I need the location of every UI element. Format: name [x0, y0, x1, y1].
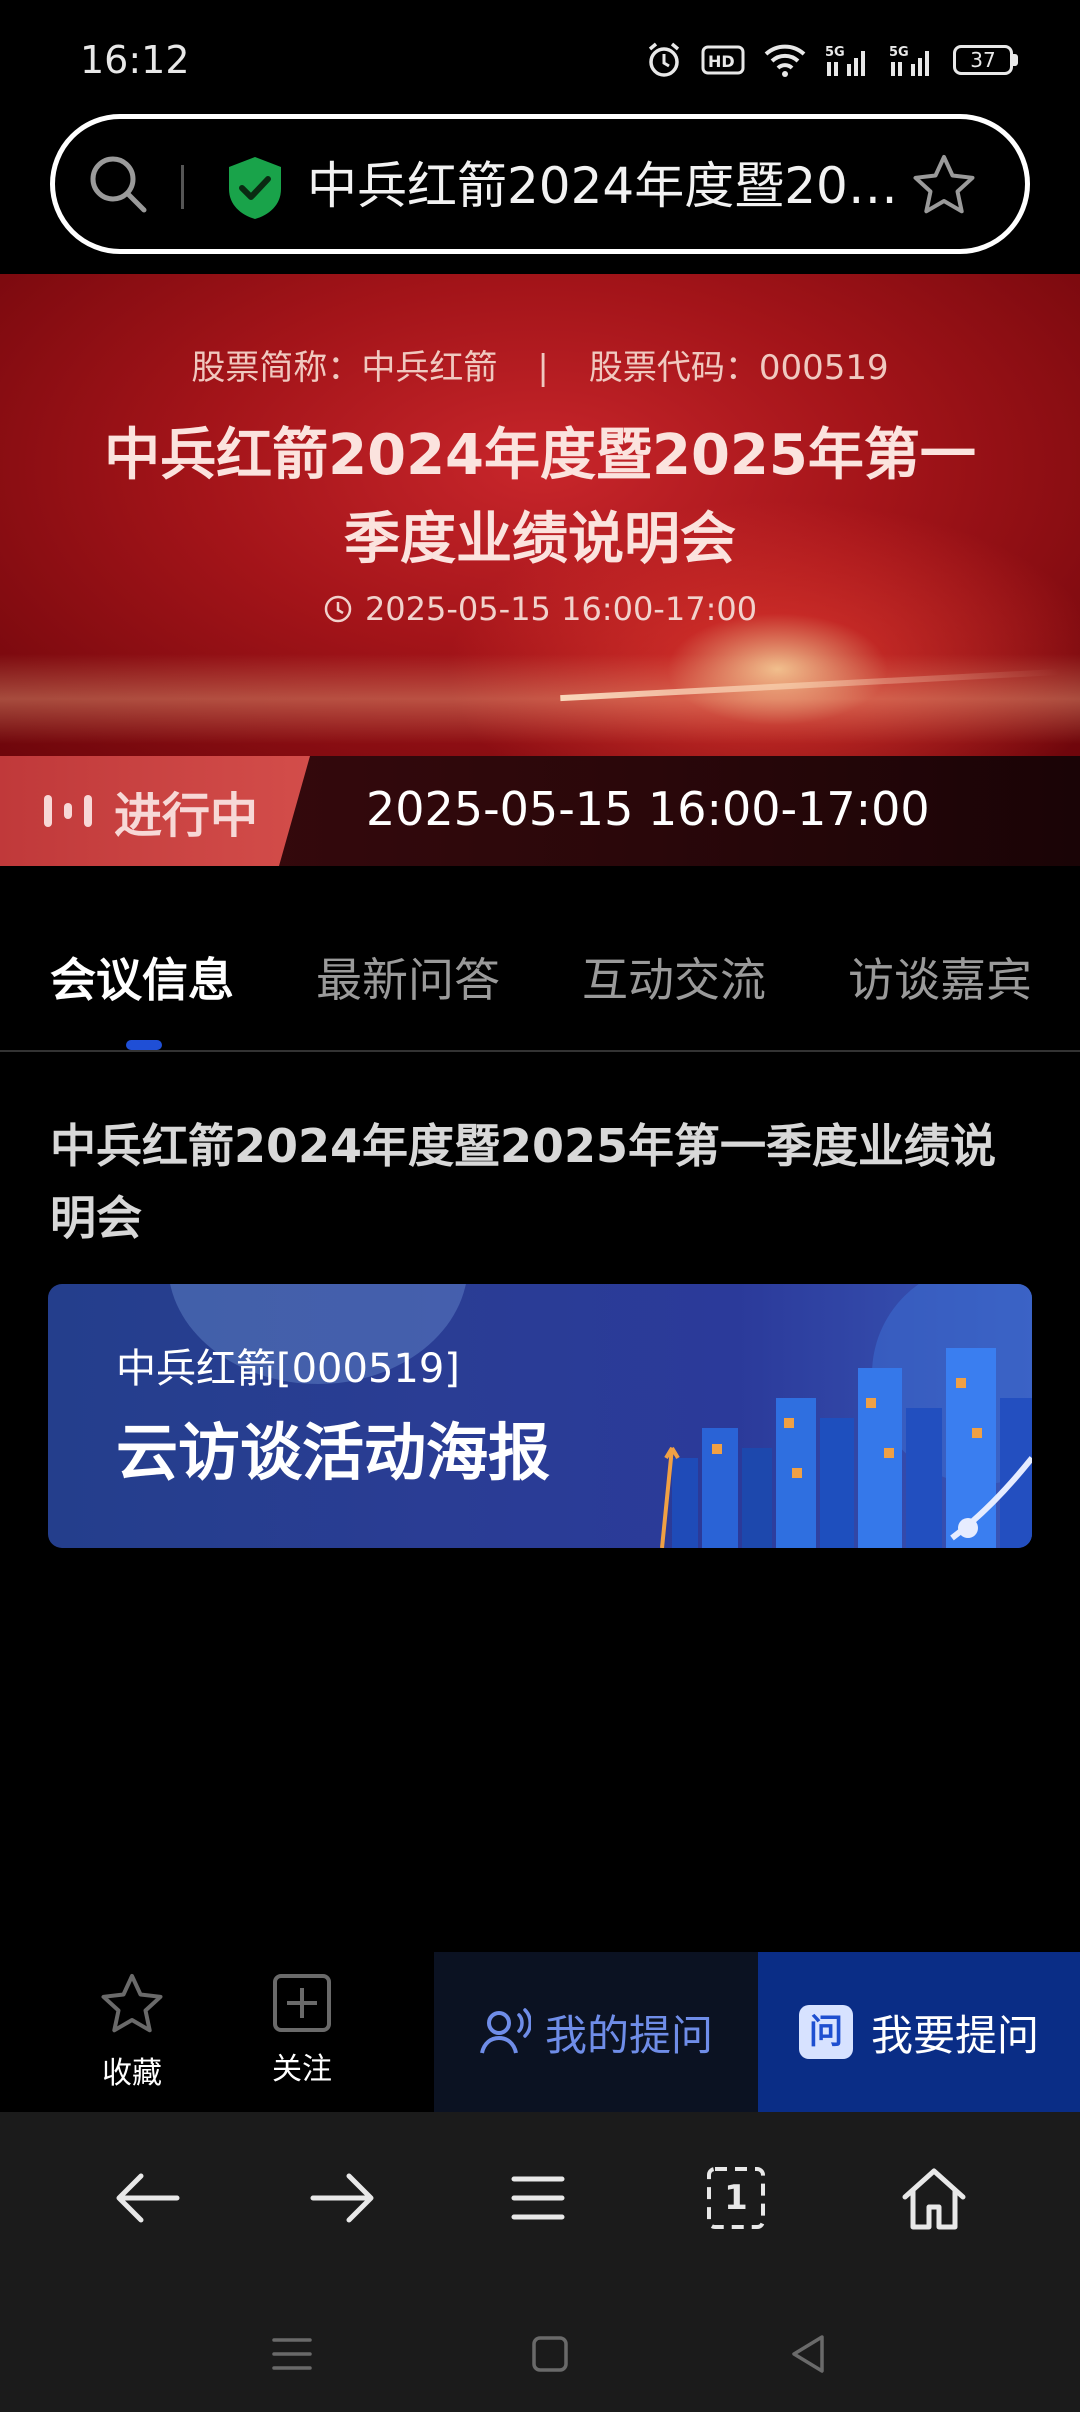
- follow-button[interactable]: 关注: [242, 1972, 362, 2088]
- menu-icon: [272, 2338, 312, 2370]
- battery-icon: 37: [953, 45, 1018, 75]
- menu-icon: [511, 2176, 565, 2220]
- city-illustration: [660, 1348, 1032, 1548]
- battery-level: 37: [953, 45, 1013, 75]
- tab-indicator: [126, 1040, 162, 1050]
- follow-label: 关注: [272, 2052, 332, 2087]
- tab-latest-qa[interactable]: 最新问答: [316, 944, 500, 1010]
- ask-badge-icon: 问: [798, 2005, 853, 2059]
- status-time: 16:12: [80, 38, 190, 82]
- status-icons: HD 5G 5G 37: [645, 40, 1018, 80]
- poster-title: 云访谈活动海报: [116, 1416, 551, 1489]
- star-icon: [101, 1974, 163, 2033]
- star-icon[interactable]: [911, 153, 977, 219]
- banner-time: 2025-05-15 16:00-17:00: [364, 590, 758, 628]
- user-voice-icon: [480, 2008, 531, 2054]
- tab-bar: 会议信息 最新问答 互动交流 访谈嘉宾: [0, 866, 1080, 1052]
- forward-arrow-icon: [310, 2173, 374, 2223]
- favorite-button[interactable]: 收藏: [72, 1972, 192, 2092]
- poster-company: 中兵红箭[000519]: [116, 1346, 460, 1392]
- back-triangle-icon: [792, 2335, 824, 2373]
- system-menu-button[interactable]: [262, 2324, 322, 2384]
- meeting-title: 中兵红箭2024年度暨2025年第一季度业绩说明会: [50, 1119, 997, 1245]
- banner-title: 中兵红箭2024年度暨2025年第一季度业绩说明会: [104, 423, 976, 572]
- address-divider: [181, 165, 184, 209]
- event-banner: 股票简称：中兵红箭 | 股票代码：000519 中兵红箭2024年度暨2025年第一…: [0, 274, 1080, 756]
- back-button[interactable]: [106, 2156, 190, 2240]
- banner-time-row: 2025-05-15 16:00-17:00: [0, 590, 1080, 628]
- browser-nav: 1: [0, 2112, 1080, 2282]
- my-questions-label: 我的提问: [544, 2010, 713, 2060]
- status-bar: 16:12 HD 5G 5G 37: [0, 0, 1080, 112]
- svg-text:5G: 5G: [889, 45, 909, 60]
- shield-check-icon: [229, 157, 281, 219]
- address-bar[interactable]: 中兵红箭2024年度暨202...: [50, 114, 1030, 254]
- clock-icon: [324, 595, 352, 623]
- square-icon: [532, 2336, 568, 2372]
- system-nav: [0, 2282, 1080, 2412]
- live-bars-icon: [44, 795, 92, 827]
- hd-icon: HD: [701, 45, 745, 75]
- wifi-icon: [764, 44, 806, 77]
- ask-question-button[interactable]: 问 我要提问: [758, 1952, 1080, 2112]
- banner-stock-name: 股票简称：中兵红箭: [191, 348, 498, 388]
- banner-stock-info: 股票简称：中兵红箭 | 股票代码：000519: [0, 340, 1080, 389]
- my-questions-button[interactable]: 我的提问: [434, 1952, 758, 2112]
- tab-count: 1: [724, 2178, 748, 2218]
- live-badge: 进行中: [0, 756, 310, 866]
- favorite-label: 收藏: [102, 2056, 162, 2091]
- live-time: 2025-05-15 16:00-17:00: [366, 782, 930, 836]
- banner-separator: |: [537, 348, 549, 388]
- home-icon: [902, 2168, 966, 2230]
- svg-text:5G: 5G: [825, 45, 845, 60]
- system-back-button[interactable]: [778, 2324, 838, 2384]
- svg-text:HD: HD: [708, 52, 735, 71]
- system-home-button[interactable]: [520, 2324, 580, 2384]
- plus-square-icon: [273, 1974, 331, 2032]
- banner-stock-code: 股票代码：000519: [588, 348, 889, 388]
- signal-5g-icon: 5G: [825, 45, 865, 76]
- action-bar: 收藏 关注 我的提问 问 我要提问: [0, 1952, 1080, 2112]
- tab-interaction[interactable]: 互动交流: [582, 944, 766, 1010]
- tabs-button[interactable]: 1: [694, 2156, 778, 2240]
- forward-button[interactable]: [300, 2156, 384, 2240]
- alarm-icon: [648, 42, 680, 77]
- back-arrow-icon: [116, 2173, 180, 2223]
- ask-question-label: 我要提问: [870, 2010, 1039, 2060]
- search-icon[interactable]: [83, 149, 153, 219]
- signal-5g-icon-2: 5G: [889, 45, 929, 76]
- live-label: 进行中: [114, 788, 259, 844]
- live-status-strip: 进行中 2025-05-15 16:00-17:00: [0, 756, 1080, 866]
- address-title[interactable]: 中兵红箭2024年度暨202...: [307, 155, 907, 217]
- menu-button[interactable]: [496, 2156, 580, 2240]
- tab-guests[interactable]: 访谈嘉宾: [848, 944, 1032, 1010]
- tab-meeting-info[interactable]: 会议信息: [50, 944, 234, 1010]
- home-button[interactable]: [892, 2156, 976, 2240]
- poster-card[interactable]: 中兵红箭[000519] 云访谈活动海报: [48, 1284, 1032, 1548]
